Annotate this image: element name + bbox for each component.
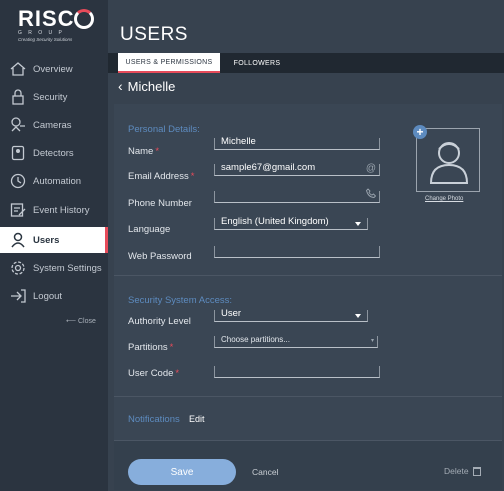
history-icon <box>9 201 27 219</box>
at-sign-icon: @ <box>365 163 376 174</box>
phone-icon <box>366 188 377 201</box>
trash-icon <box>472 466 481 476</box>
required-marker: * <box>190 171 195 182</box>
add-photo-icon[interactable]: + <box>413 125 427 139</box>
sidebar-item-users[interactable]: Users <box>0 227 108 253</box>
lock-icon <box>9 88 27 106</box>
sidebar-item-label: Event History <box>33 204 90 216</box>
detector-icon <box>9 144 27 162</box>
user-form: Personal Details: Name * Michelle Email A… <box>114 104 502 490</box>
sidebar-item-overview[interactable]: Overview <box>0 56 108 82</box>
name-field[interactable]: Michelle <box>214 136 380 150</box>
caret-down-icon <box>355 222 361 226</box>
sidebar-item-label: Overview <box>33 63 73 75</box>
form-footer: Save Cancel Delete <box>114 440 502 490</box>
notifications-label: Notifications <box>128 414 180 425</box>
profile-photo[interactable]: + <box>413 125 480 192</box>
app-window: RISC G R O U P Creating Security Solutio… <box>0 0 504 491</box>
authority-level-select[interactable]: User <box>214 308 368 322</box>
notifications-edit-link[interactable]: Edit <box>189 414 205 424</box>
brand-subtitle: G R O U P <box>18 30 65 36</box>
caret-small-icon: ▾ <box>370 338 374 344</box>
sidebar-item-logout[interactable]: Logout <box>0 283 108 309</box>
change-photo-link[interactable]: Change Photo <box>425 196 463 202</box>
user-name-heading: Michelle <box>127 78 176 94</box>
email-label-text: Email Address <box>128 171 189 182</box>
gear-icon <box>9 259 27 277</box>
partitions-label: Partitions * <box>128 342 173 353</box>
sidebar-item-label: Security <box>33 91 68 103</box>
sidebar-item-label: Detectors <box>33 147 74 159</box>
required-marker: * <box>155 146 160 157</box>
sidebar-item-system-settings[interactable]: System Settings <box>0 255 108 281</box>
cancel-button[interactable]: Cancel <box>252 467 278 477</box>
personal-details-title: Personal Details: <box>128 124 200 135</box>
brand-logo: RISC G R O U P Creating Security Solutio… <box>14 6 98 46</box>
home-icon <box>9 60 27 78</box>
sidebar-item-automation[interactable]: Automation <box>0 168 108 194</box>
email-value: sample67@gmail.com <box>221 162 316 173</box>
name-label: Name * <box>128 146 159 157</box>
web-password-label: Web Password <box>128 251 192 262</box>
sidebar: RISC G R O U P Creating Security Solutio… <box>0 0 108 491</box>
sidebar-item-cameras[interactable]: Cameras <box>0 112 108 138</box>
partitions-label-text: Partitions <box>128 342 168 353</box>
sidebar-close-label: Close <box>77 318 96 325</box>
security-access-title: Security System Access: <box>128 295 233 306</box>
sidebar-item-detectors[interactable]: Detectors <box>0 140 108 166</box>
sidebar-item-label: Automation <box>33 175 82 187</box>
sidebar-item-event-history[interactable]: Event History <box>0 197 108 223</box>
brand-name: RISC <box>18 6 75 31</box>
language-value: English (United Kingdom) <box>221 216 329 227</box>
language-select[interactable]: English (United Kingdom) <box>214 216 368 230</box>
user-code-label: User Code * <box>128 368 179 379</box>
authority-level-value: User <box>221 308 242 319</box>
user-code-label-text: User Code <box>128 368 174 379</box>
sidebar-item-label: System Settings <box>33 262 102 274</box>
required-marker: * <box>169 342 174 353</box>
page-title: USERS <box>120 24 188 45</box>
phone-field[interactable] <box>214 188 380 203</box>
save-button[interactable]: Save <box>128 459 236 485</box>
name-label-text: Name <box>128 146 154 157</box>
tab-users-permissions[interactable]: USERS & PERMISSIONS <box>118 53 220 73</box>
main-panel: USERS USERS & PERMISSIONS FOLLOWERS ‹ Mi… <box>108 0 504 491</box>
partitions-placeholder: Choose partitions... <box>221 335 290 344</box>
section-divider <box>114 396 502 397</box>
automation-icon <box>9 172 27 190</box>
camera-icon <box>9 116 27 134</box>
email-label: Email Address * <box>128 171 194 182</box>
back-button[interactable]: ‹ Michelle <box>118 78 175 94</box>
user-icon <box>9 231 27 249</box>
email-field[interactable]: sample67@gmail.com @ <box>214 162 380 176</box>
required-marker: * <box>175 368 180 379</box>
user-code-field[interactable] <box>214 366 380 378</box>
avatar-placeholder-icon <box>429 142 469 184</box>
caret-down-icon <box>355 314 361 318</box>
brand-swirl-icon <box>74 9 94 29</box>
sidebar-item-label: Logout <box>33 290 63 302</box>
brand-tagline: Creating Security Solutions <box>18 37 73 42</box>
web-password-field[interactable] <box>214 246 380 258</box>
sidebar-item-label: Users <box>33 234 60 246</box>
tab-followers[interactable]: FOLLOWERS <box>232 53 282 73</box>
authority-level-label: Authority Level <box>128 316 191 327</box>
phone-label: Phone Number <box>128 198 192 209</box>
language-label: Language <box>128 224 171 235</box>
tab-bar: USERS & PERMISSIONS FOLLOWERS <box>108 53 504 73</box>
sidebar-close-button[interactable]: ⟵ Close <box>66 317 96 325</box>
delete-button[interactable]: Delete <box>444 466 481 476</box>
arrow-left-icon: ⟵ <box>66 318 78 325</box>
chevron-left-icon: ‹ <box>118 78 123 94</box>
logout-icon <box>9 287 27 305</box>
section-divider <box>114 275 502 276</box>
partitions-select[interactable]: Choose partitions... ▾ <box>214 335 378 348</box>
name-value: Michelle <box>221 136 256 147</box>
delete-label: Delete <box>444 466 469 476</box>
sidebar-item-security[interactable]: Security <box>0 84 108 110</box>
sidebar-item-label: Cameras <box>33 119 72 131</box>
